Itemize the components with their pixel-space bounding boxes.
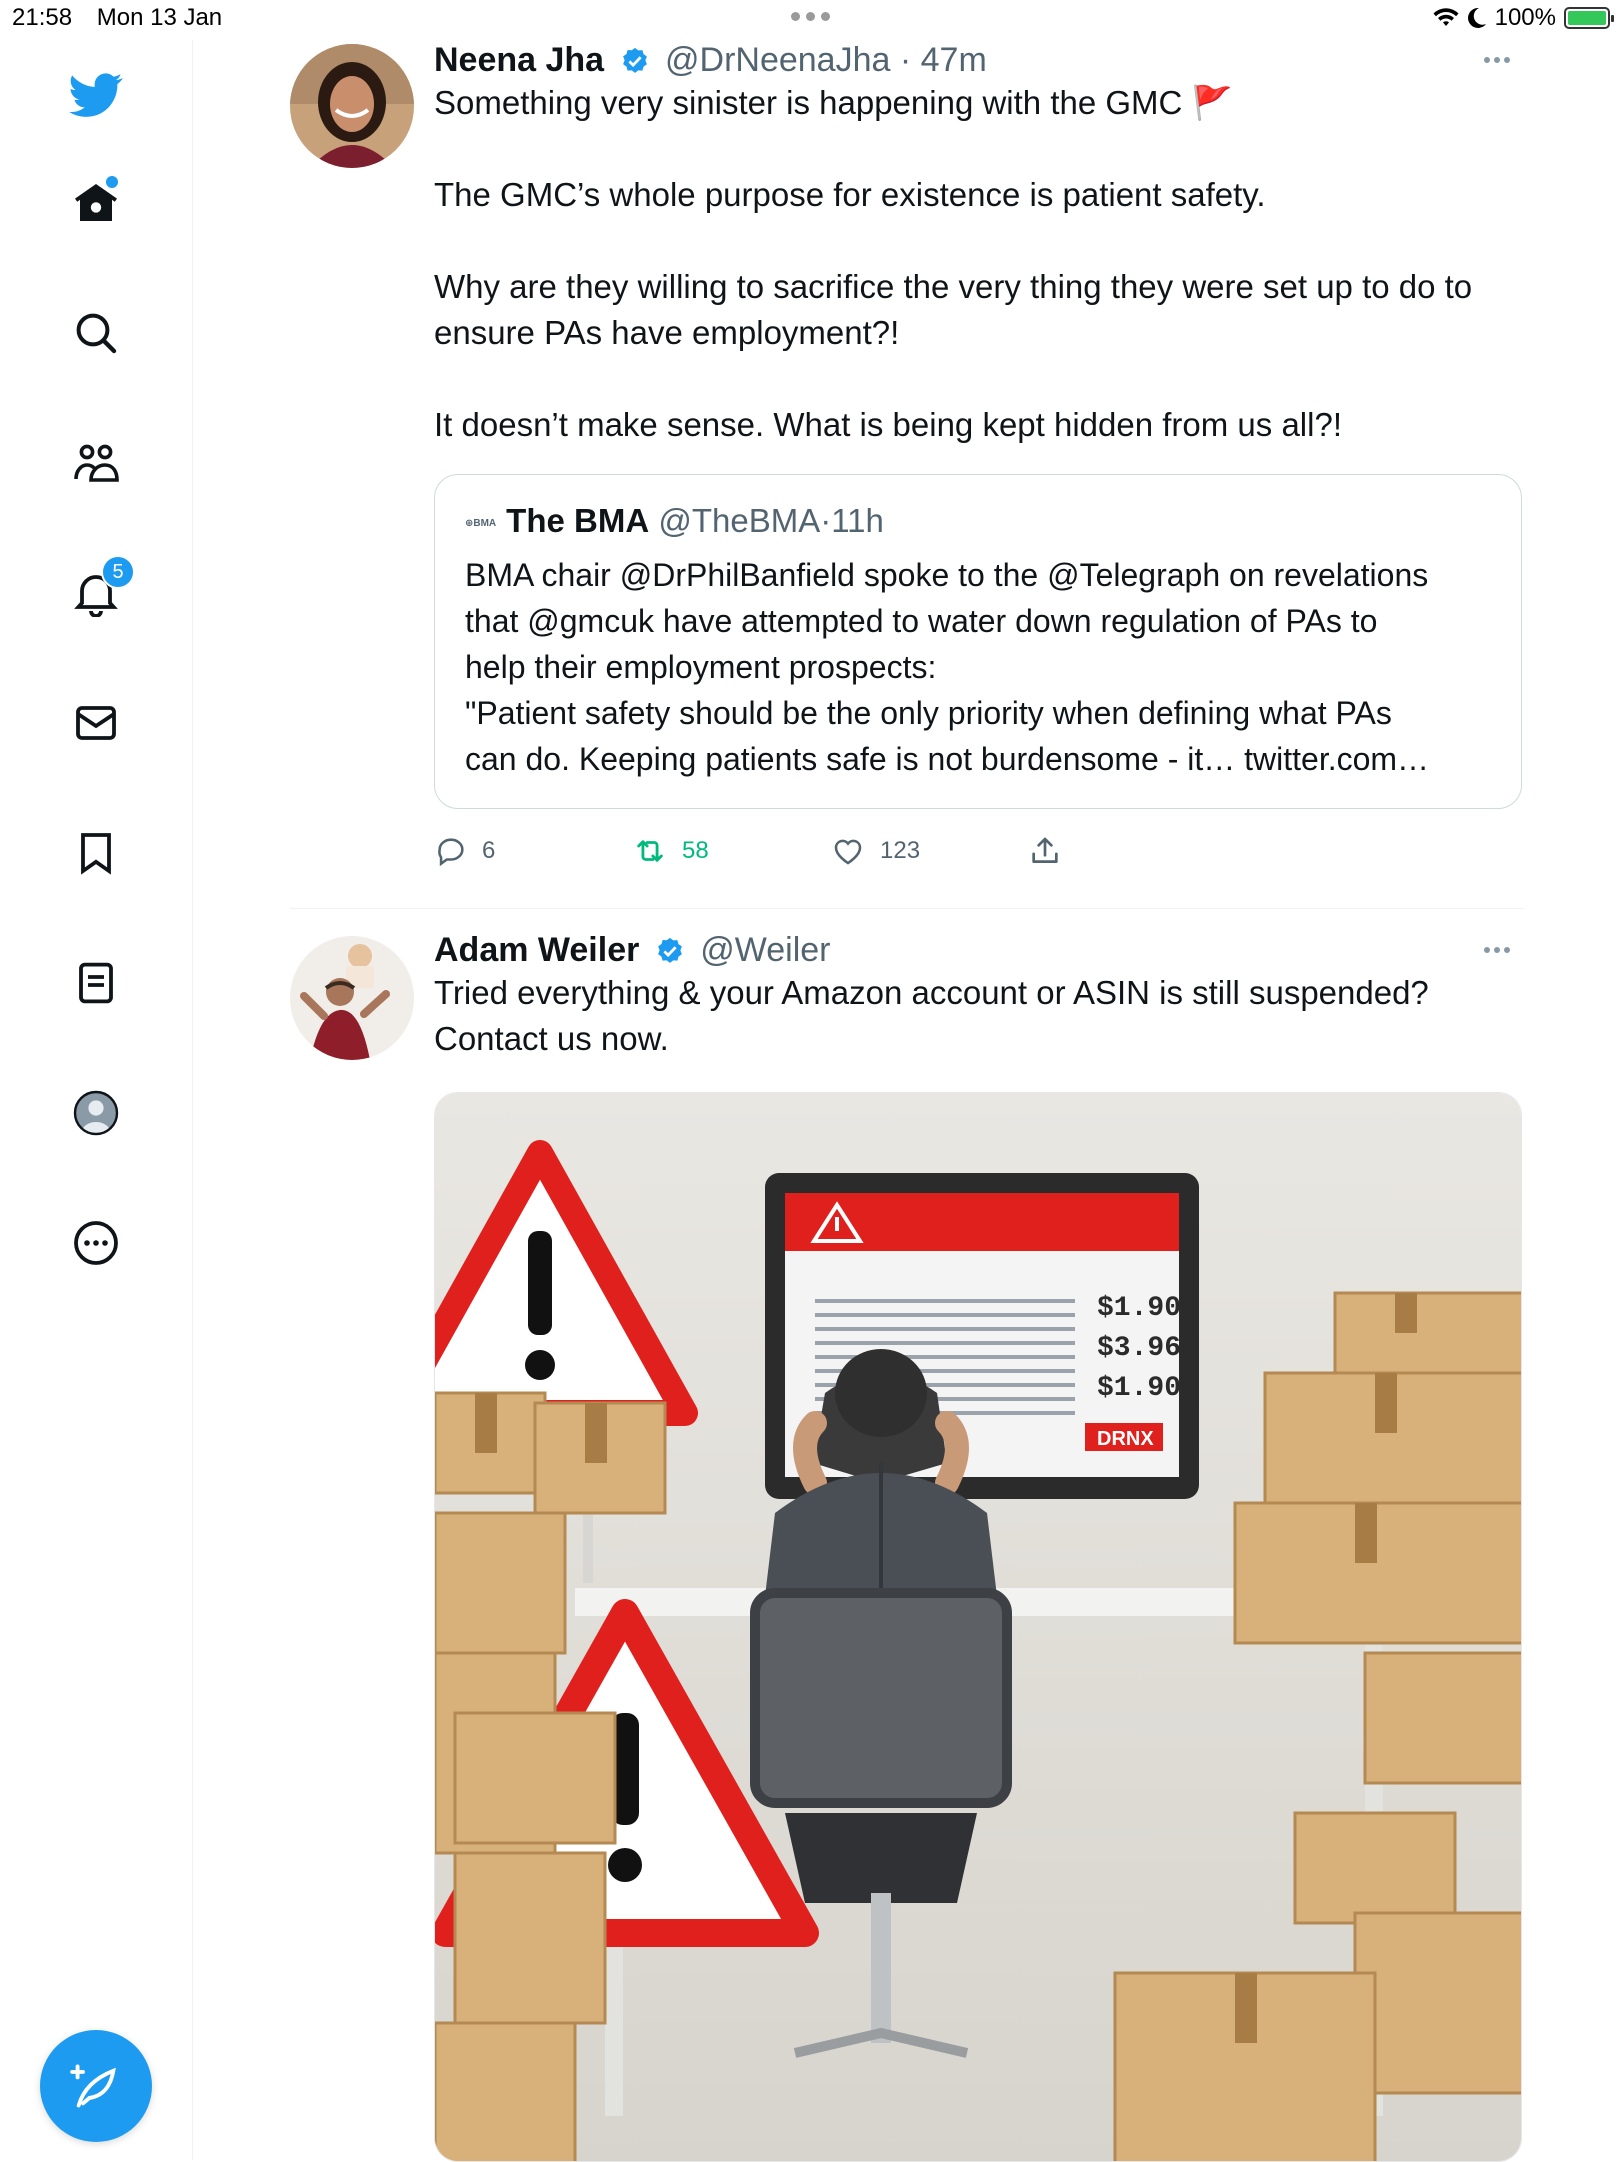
status-time: 21:58 — [12, 4, 73, 31]
screen-price: $3.96 — [1097, 1333, 1181, 1364]
avatar[interactable] — [290, 936, 414, 1060]
sidebar-item-notifications[interactable]: 5 — [61, 555, 135, 628]
tweet-divider — [290, 908, 1524, 909]
more-options-icon[interactable] — [1484, 938, 1524, 962]
quoted-author-name: The BMA — [506, 502, 650, 539]
sidebar: 5 — [0, 40, 193, 2160]
sidebar-item-communities[interactable] — [61, 428, 131, 498]
profile-avatar-icon — [73, 1090, 119, 1136]
quoted-line: "Patient safety should be the only prior… — [465, 695, 1392, 731]
sidebar-item-bookmarks[interactable] — [61, 818, 131, 888]
avatar[interactable] — [290, 44, 414, 168]
quoted-author-handle: @TheBMA — [658, 502, 821, 539]
tweet-line: Something very sinister is happening wit… — [434, 84, 1233, 121]
compose-feather-icon — [70, 2064, 116, 2108]
like-button[interactable]: 123 — [830, 834, 920, 868]
retweet-count: 58 — [682, 837, 709, 864]
multitasking-dots-icon[interactable] — [788, 8, 833, 26]
quoted-tweet[interactable]: ⊕BMA The BMA @TheBMA·11h BMA chair @DrPhi… — [434, 474, 1522, 809]
suspended-seller-illustration: $1.90 $3.96 $1.90 DRNX — [435, 1093, 1521, 2161]
bookmark-icon — [81, 833, 111, 875]
quoted-text: BMA chair @DrPhilBanfield spoke to the @… — [465, 552, 1491, 782]
home-unread-dot — [106, 176, 118, 188]
compose-tweet-button[interactable] — [40, 2030, 152, 2142]
bma-logo: ⊕BMA — [465, 518, 497, 529]
reply-button[interactable]: 6 — [434, 834, 495, 868]
people-icon — [74, 444, 119, 482]
tweet-line: The GMC’s whole purpose for existence is… — [434, 176, 1266, 213]
mail-icon — [76, 706, 116, 740]
tweet-actions: 6 58 123 — [434, 834, 1134, 874]
battery-charging-icon — [1564, 7, 1614, 29]
sidebar-item-profile[interactable] — [61, 1078, 131, 1148]
reply-count: 6 — [482, 837, 496, 864]
battery-percent: 100% — [1494, 4, 1556, 31]
tweet-line: Tried everything & your Amazon account o… — [434, 974, 1429, 1011]
author-name[interactable]: Neena Jha — [434, 41, 604, 79]
quoted-line: help their employment prospects: — [465, 649, 937, 685]
quoted-line: can do. Keeping patients safe is not bur… — [465, 741, 1430, 777]
tweet-line: It doesn’t make sense. What is being kep… — [434, 406, 1342, 443]
quoted-line: BMA chair @DrPhilBanfield spoke to the @… — [465, 557, 1429, 593]
tweet-line: Why are they willing to sacrifice the ve… — [434, 268, 1473, 305]
status-date: Mon 13 Jan — [96, 4, 223, 31]
verified-badge-icon — [657, 937, 682, 963]
more-circle-icon — [74, 1221, 118, 1265]
author-handle[interactable]: @DrNeenaJha — [665, 41, 890, 79]
sidebar-item-home[interactable] — [61, 168, 131, 238]
tweet-timestamp[interactable]: 47m — [921, 41, 987, 79]
notifications-badge: 5 — [101, 555, 135, 589]
quoted-timestamp: 11h — [831, 502, 884, 539]
sidebar-item-messages[interactable] — [61, 688, 131, 758]
retweet-icon — [637, 840, 663, 862]
search-icon — [76, 313, 117, 354]
retweet-button[interactable]: 58 — [632, 834, 709, 868]
sidebar-item-explore[interactable] — [61, 298, 131, 368]
like-count: 123 — [880, 837, 921, 864]
twitter-logo[interactable] — [61, 60, 131, 130]
twitter-bird-icon — [69, 73, 123, 117]
separator-dot: · — [899, 41, 912, 79]
status-bar: 21:58 Mon 13 Jan 100% — [0, 0, 1620, 40]
tweet-line: Contact us now. — [434, 1020, 669, 1057]
sidebar-item-lists[interactable] — [61, 948, 131, 1018]
share-icon — [1032, 837, 1058, 863]
tweet-text: Tried everything & your Amazon account o… — [434, 970, 1524, 1062]
screen-tag: DRNX — [1097, 1428, 1154, 1450]
reply-icon — [438, 838, 464, 867]
separator-dot: · — [820, 502, 832, 539]
quoted-line: that @gmcuk have attempted to water down… — [465, 603, 1378, 639]
screen-price: $1.90 — [1097, 1373, 1181, 1404]
verified-badge-icon — [622, 47, 647, 73]
tweet-text: Something very sinister is happening wit… — [434, 80, 1524, 448]
tweet-media-image[interactable]: $1.90 $3.96 $1.90 DRNX — [434, 1092, 1522, 2162]
list-icon — [79, 962, 113, 1004]
author-handle[interactable]: @Weiler — [700, 931, 830, 969]
heart-icon — [834, 839, 862, 865]
author-name[interactable]: Adam Weiler — [434, 931, 639, 969]
wifi-icon — [1433, 8, 1459, 26]
sidebar-item-more[interactable] — [61, 1208, 131, 1278]
more-options-icon[interactable] — [1484, 48, 1524, 72]
screen-price: $1.90 — [1097, 1293, 1181, 1324]
share-button[interactable] — [1028, 834, 1062, 868]
moon-icon — [1467, 7, 1486, 28]
tweet-line: ensure PAs have employment?! — [434, 314, 900, 351]
